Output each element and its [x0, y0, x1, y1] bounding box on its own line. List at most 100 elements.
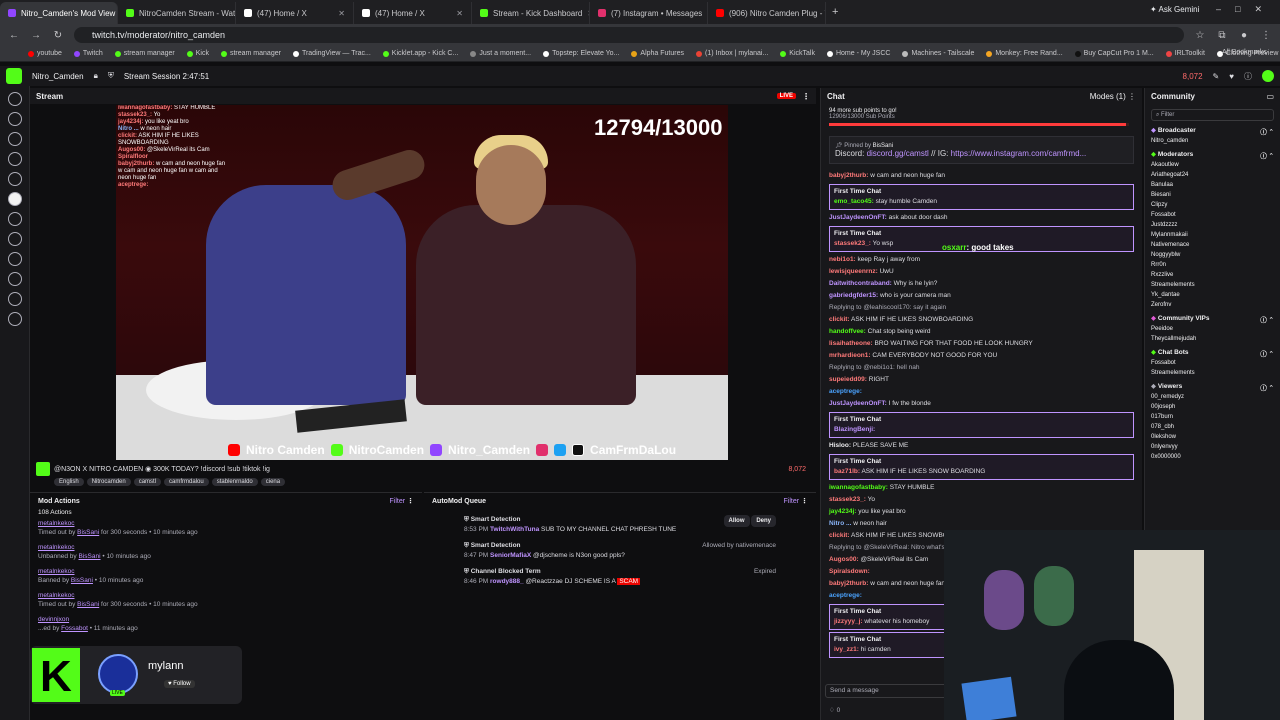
bookmark-item[interactable]: Monkey: Free Rand... [986, 50, 1063, 57]
profile-icon[interactable]: ● [1238, 30, 1250, 41]
channel-avatar[interactable] [36, 462, 50, 476]
close-tab-icon[interactable]: ✕ [338, 9, 345, 18]
bookmark-item[interactable]: stream manager [114, 50, 175, 57]
pencil-icon[interactable] [8, 92, 22, 106]
bookmark-item[interactable]: KickTalk [780, 50, 815, 57]
chat-username[interactable]: supeiedd09: [829, 376, 867, 383]
community-user[interactable]: Theycallmejudah [1151, 334, 1280, 344]
stream-tag[interactable]: camstl [133, 478, 162, 486]
community-user[interactable]: Yk_dantae [1151, 290, 1280, 300]
refresh-icon[interactable] [8, 252, 22, 266]
stream-tag[interactable]: stablenrnaldo [211, 478, 258, 486]
chat-username[interactable]: lisaihatheone: [829, 340, 873, 347]
mod-action-mod[interactable]: BisSani [71, 577, 93, 584]
bookmark-item[interactable]: Machines - Tailscale [902, 50, 974, 57]
automod-filter[interactable]: Filter [783, 498, 799, 505]
community-user[interactable]: Nitro_camden [1151, 136, 1280, 146]
pinned-link-ig[interactable]: https://www.instagram.com/camfrmd... [951, 149, 1087, 158]
bookmark-item[interactable]: IRLToolkit [1165, 50, 1205, 57]
mod-action-user[interactable]: metalnkekoc [38, 591, 414, 600]
community-user[interactable]: 00_remedyz [1151, 392, 1280, 402]
community-user[interactable]: Streamelements [1151, 280, 1280, 290]
bookmark-item[interactable]: Kick [186, 50, 209, 57]
automod-user[interactable]: rowdy888_ [490, 578, 524, 585]
chat-username[interactable]: stassek23_: [834, 240, 871, 247]
chat-username[interactable]: nebi1o1: [829, 256, 856, 263]
settings-icon[interactable] [8, 312, 22, 326]
community-filter-input[interactable]: ⌕ Filter [1151, 109, 1274, 121]
bookmark-item[interactable]: stream manager [220, 50, 281, 57]
browser-tab[interactable]: Nitro_Camden's Mod View✕ [0, 2, 118, 24]
user-icon[interactable] [8, 152, 22, 166]
chat-message[interactable]: lisaihatheone: BRO WAITING FOR THAT FOOD… [821, 338, 1142, 350]
url-input[interactable]: twitch.tv/moderator/nitro_camden [74, 27, 1184, 43]
reload-icon[interactable]: ↻ [52, 30, 64, 41]
mod-action-item[interactable]: devinnjxon ...ed by Fossabot • 11 minutes… [30, 612, 422, 636]
chat-message[interactable]: Hisloo: PLEASE SAVE ME [821, 440, 1142, 452]
bookmark-item[interactable]: Kicklet.app - Kick C... [382, 50, 458, 57]
chat-message[interactable]: mrhardieon1: CAM EVERYBODY NOT GOOD FOR … [821, 350, 1142, 362]
chat-username[interactable]: Nitro ... [829, 520, 851, 527]
channel-points[interactable]: ♢ 0 [829, 706, 840, 714]
community-user[interactable]: Rrr0n [1151, 260, 1280, 270]
community-user[interactable]: 0lekshow [1151, 432, 1280, 442]
chevron-up-icon[interactable]: ⓘ ⌃ [1260, 150, 1274, 160]
bell-icon[interactable]: ♥ [1229, 72, 1234, 81]
community-user[interactable]: Streamelements [1151, 368, 1280, 378]
stream-tag[interactable]: Nitrocamden [86, 478, 131, 486]
first-time-chat[interactable]: First Time Chat baz71lb: ASK HIM IF HE LI… [829, 454, 1134, 480]
community-user[interactable]: Justdzzzz [1151, 220, 1280, 230]
mod-action-user[interactable]: metalnkekoc [38, 567, 414, 576]
menu-icon[interactable]: ⋮ [1260, 30, 1272, 41]
mod-action-mod[interactable]: Fossabot [61, 625, 88, 632]
mod-action-mod[interactable]: BisSani [78, 553, 100, 560]
community-user[interactable]: Peeidoe [1151, 324, 1280, 334]
bookmark-item[interactable]: (1) Inbox | mylanai... [696, 50, 768, 57]
chat-username[interactable]: lewisjqueenrnz: [829, 268, 878, 275]
chat-message[interactable]: babyj2thurb: w cam and neon huge fan [821, 170, 1142, 182]
chat-message[interactable]: Daitwithcontraband: Why is he lyin? [821, 278, 1142, 290]
ask-gemini-button[interactable]: ✦ Ask Gemini [1150, 5, 1199, 14]
browser-tab[interactable]: (47) Home / X ✕ [236, 2, 354, 24]
chevron-up-icon[interactable]: ⓘ ⌃ [1260, 382, 1274, 392]
bookmark-item[interactable]: Just a moment... [470, 50, 531, 57]
chat-message[interactable]: aceptrege: [821, 386, 1142, 398]
chat-username[interactable]: baz71lb: [834, 468, 860, 475]
mod-action-item[interactable]: metalnkekoc Unbanned by BisSani • 10 minu… [30, 540, 422, 564]
lock-icon[interactable]: 🔒︎ [94, 71, 98, 81]
community-section-header[interactable]: ◆ Community VIPs ⓘ ⌃ [1151, 314, 1274, 324]
community-user[interactable]: Akaoutlew [1151, 160, 1280, 170]
chat-message[interactable]: Replying to @leahiscool170: say it again [821, 302, 1142, 314]
browser-tab[interactable]: (7) Instagram • Messages✕ [590, 2, 708, 24]
community-user[interactable]: 0x0000000 [1151, 452, 1280, 462]
chat-message[interactable]: handoffvee: Chat stop being weird [821, 326, 1142, 338]
stream-tag[interactable]: ciena [260, 478, 286, 486]
chevron-up-icon[interactable]: ⓘ ⌃ [1260, 126, 1274, 136]
new-tab-icon[interactable]: + [832, 6, 838, 18]
chat-message[interactable]: JustJaydeenOnFT: I fw the blonde [821, 398, 1142, 410]
stream-tag[interactable]: camfrmdalou [164, 478, 209, 486]
chat-message[interactable]: iwannagofastbaby: STAY HUMBLE [821, 482, 1142, 494]
window-controls[interactable]: –□✕ [1216, 4, 1276, 15]
edit-icon[interactable]: ✎ [1213, 72, 1220, 81]
community-user[interactable]: 078_cbh [1151, 422, 1280, 432]
chat-username[interactable]: JustJaydeenOnFT: [829, 214, 887, 221]
community-user[interactable]: Clipzy [1151, 200, 1280, 210]
mod-action-item[interactable]: metalnkekoc Timed out by BisSani for 300 … [30, 516, 422, 540]
chat-message[interactable]: Nitro ... w neon hair [821, 518, 1142, 530]
community-section-header[interactable]: ◆ Chat Bots ⓘ ⌃ [1151, 348, 1274, 358]
forward-icon[interactable]: → [30, 30, 42, 41]
chat-message[interactable]: lewisjqueenrnz: UwU [821, 266, 1142, 278]
browser-tab[interactable]: (906) Nitro Camden Plug - YouTube✕ [708, 2, 826, 24]
back-icon[interactable]: ← [8, 30, 20, 41]
chat-username[interactable]: emo_taco45: [834, 198, 874, 205]
chevron-up-icon[interactable]: ⓘ ⌃ [1260, 348, 1274, 358]
first-time-chat[interactable]: First Time Chat BlazingBenji: [829, 412, 1134, 438]
bookmark-item[interactable]: Twitch [73, 50, 103, 57]
automod-user[interactable]: TwitchWithTuna [490, 526, 539, 533]
chat-username[interactable]: ivy_zz1: [834, 646, 859, 653]
chat-message[interactable]: jay4234j: you like yeat bro [821, 506, 1142, 518]
chat-input[interactable]: Send a message [825, 684, 947, 698]
automod-item[interactable]: ⛨ Smart Detection Allow Deny 8:53 PM Twitc… [464, 515, 776, 535]
community-user[interactable]: Ariathegoat24 [1151, 170, 1280, 180]
